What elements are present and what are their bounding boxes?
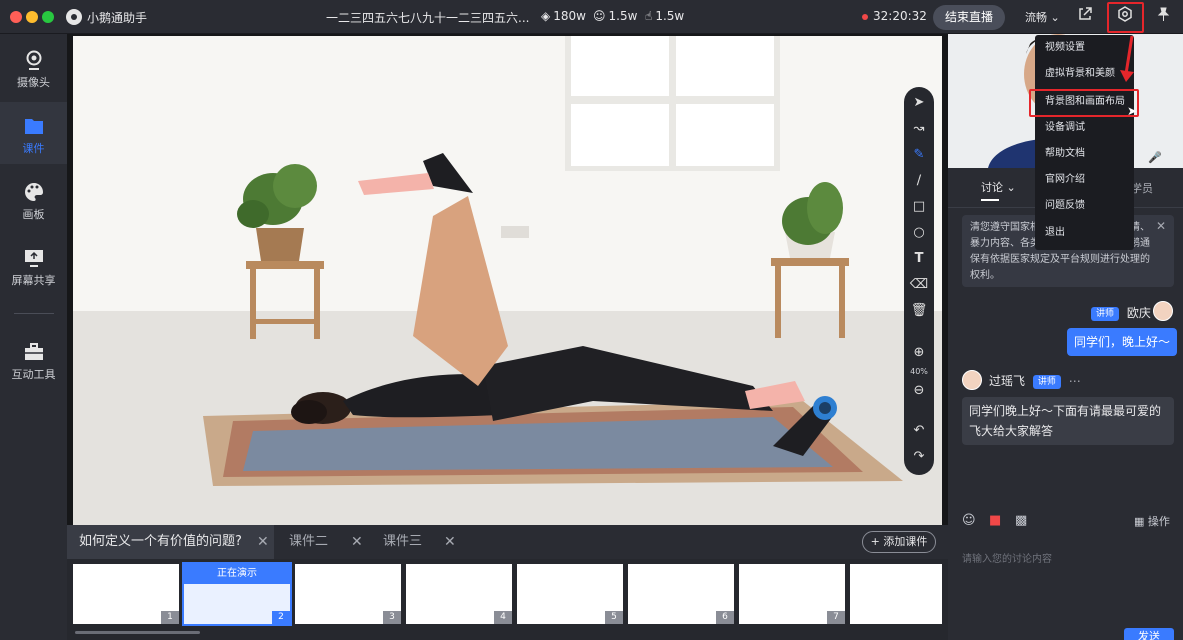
- file-icon[interactable]: ▩: [1015, 513, 1027, 528]
- users-icon: ☺: [593, 9, 606, 23]
- slide-thumbnail[interactable]: 3: [295, 564, 401, 624]
- red-packet-icon[interactable]: ■: [989, 513, 1001, 528]
- chat-input[interactable]: 请输入您的讨论内容: [962, 550, 1052, 565]
- sidebar-item-camera[interactable]: 摄像头: [0, 36, 67, 98]
- thumbs-up-icon: ☝: [645, 9, 653, 23]
- message-header: 讲师 欧庆: [1091, 304, 1151, 321]
- settings-highlight-box: [1107, 2, 1144, 33]
- laser-pointer-icon[interactable]: ↝: [909, 119, 929, 139]
- redo-icon[interactable]: ↷: [909, 447, 929, 467]
- minimize-window-button[interactable]: [26, 11, 38, 23]
- toolbox-icon: [24, 343, 43, 360]
- menu-item-device-test[interactable]: 设备调试: [1035, 115, 1134, 141]
- circle-icon[interactable]: ○: [909, 223, 929, 243]
- course-tabs: 如何定义一个有价值的问题? ✕ 课件二 ✕ 课件三 ✕: [67, 525, 948, 559]
- sidebar-item-courseware[interactable]: 课件: [0, 102, 67, 164]
- tab-course-3[interactable]: 课件三: [383, 525, 422, 559]
- text-icon[interactable]: T: [909, 249, 929, 269]
- live-indicator-icon: [862, 14, 868, 20]
- screen-share-icon: [24, 250, 43, 267]
- rectangle-icon[interactable]: □: [909, 197, 929, 217]
- live-title: 一二三四五六七八九十一二三四五六...: [326, 11, 530, 25]
- slide-thumbnail[interactable]: 6: [628, 564, 734, 624]
- slide-thumbnail[interactable]: 1: [73, 564, 179, 624]
- close-tab-icon[interactable]: ✕: [351, 534, 363, 550]
- tab-discussion[interactable]: 讨论 ⌄: [981, 179, 1016, 195]
- menu-highlight-box: [1029, 89, 1139, 117]
- slide-thumbnail[interactable]: [850, 564, 942, 624]
- trash-icon[interactable]: 🗑: [909, 301, 929, 321]
- add-course-button[interactable]: + 添加课件: [862, 531, 936, 553]
- sidebar-item-whiteboard[interactable]: 画板: [0, 168, 67, 230]
- slide-image: [73, 36, 942, 525]
- sidebar-item-screen-share[interactable]: 屏幕共享: [0, 234, 67, 296]
- tab-course-2[interactable]: 课件二: [289, 525, 328, 559]
- red-arrow-icon: [1120, 35, 1134, 82]
- mic-icon[interactable]: 🎤: [1148, 151, 1162, 164]
- app-logo-icon: [66, 9, 82, 25]
- select-pointer-icon[interactable]: ➤: [909, 93, 929, 113]
- chat-message: 同学们晚上好～下面有请最最可爱的飞大给大家解答: [962, 397, 1174, 445]
- camera-icon: [26, 50, 41, 70]
- eraser-icon[interactable]: ⌫: [909, 275, 929, 295]
- more-icon[interactable]: ⋯: [1069, 374, 1081, 388]
- maximize-window-button[interactable]: [42, 11, 54, 23]
- folder-icon: [24, 119, 43, 134]
- sender-name: 欧庆: [1126, 306, 1151, 320]
- close-notice-icon[interactable]: ✕: [1156, 219, 1166, 233]
- avatar: [1153, 301, 1173, 321]
- operations-button[interactable]: ▦ 操作: [1134, 513, 1170, 529]
- live-timer: 32:20:32: [873, 9, 927, 23]
- left-sidebar: 摄像头 课件 画板 屏幕共享 互动工具: [0, 34, 67, 640]
- close-window-button[interactable]: [10, 11, 22, 23]
- line-icon[interactable]: ∕: [909, 171, 929, 191]
- tab-course-1[interactable]: 如何定义一个有价值的问题?: [67, 525, 274, 559]
- emoji-icon[interactable]: ☺: [962, 513, 976, 528]
- quality-select[interactable]: 流畅 ⌄: [1025, 9, 1060, 25]
- zoom-in-icon[interactable]: ⊕: [909, 343, 929, 363]
- mouse-cursor-icon: ➤: [1127, 104, 1138, 118]
- zoom-level: 40%: [910, 367, 928, 376]
- close-tab-icon[interactable]: ✕: [257, 534, 269, 550]
- zoom-out-icon[interactable]: ⊖: [909, 381, 929, 401]
- sidebar-item-interactive-tools[interactable]: 互动工具: [0, 328, 67, 390]
- likes-stat: ☝ 1.5w: [645, 9, 685, 23]
- sidebar-divider: [14, 313, 54, 314]
- app-window: { "window": {"app_name": "小鹅通助手", "title…: [0, 0, 1183, 640]
- presentation-stage: [67, 34, 948, 525]
- tab-students[interactable]: 学员: [1131, 180, 1153, 196]
- end-live-button[interactable]: 结束直播: [933, 5, 1005, 30]
- pen-icon[interactable]: ✎: [909, 145, 929, 165]
- pin-icon[interactable]: [1152, 6, 1174, 28]
- slide-thumbnail[interactable]: 5: [517, 564, 623, 624]
- flame-icon: ◈: [541, 9, 551, 23]
- viewers-stat: ☺ 1.5w: [593, 9, 638, 23]
- menu-item-feedback[interactable]: 问题反馈: [1035, 193, 1134, 219]
- drawing-toolbar: ➤ ↝ ✎ ∕ □ ○ T ⌫ 🗑 ⊕ 40% ⊖ ↶ ↷: [904, 87, 934, 475]
- send-button[interactable]: 发送: [1124, 628, 1174, 640]
- message-header: 过瑶飞 讲师 ⋯: [989, 372, 1081, 389]
- slide-thumbnails: 1 正在演示 2 3 4 5 6 7: [67, 559, 948, 640]
- menu-item-help-docs[interactable]: 帮助文档: [1035, 141, 1134, 167]
- heat-stat: ◈ 180w: [541, 9, 586, 23]
- chat-message-own: 同学们，晚上好～: [1067, 328, 1178, 356]
- avatar: [962, 370, 982, 390]
- title-bar: 小鹅通助手 一二三四五六七八九十一二三四五六... ◈ 180w ☺ 1.5w ☝ 1…: [0, 0, 1183, 34]
- menu-item-exit[interactable]: 退出: [1035, 220, 1134, 246]
- thumbnail-scrollbar[interactable]: [75, 631, 200, 634]
- slide-thumbnail[interactable]: 7: [739, 564, 845, 624]
- share-icon[interactable]: [1074, 6, 1096, 28]
- slide-thumbnail[interactable]: 4: [406, 564, 512, 624]
- role-badge: 讲师: [1032, 374, 1061, 389]
- palette-icon: [24, 183, 43, 201]
- now-presenting-label: 正在演示: [184, 564, 290, 584]
- app-name: 小鹅通助手: [87, 11, 148, 25]
- close-tab-icon[interactable]: ✕: [444, 534, 456, 550]
- undo-icon[interactable]: ↶: [909, 421, 929, 441]
- role-badge: 讲师: [1091, 306, 1120, 321]
- tab-underline: [981, 199, 999, 201]
- sender-name: 过瑶飞: [989, 374, 1026, 388]
- slide-thumbnail-current[interactable]: 正在演示 2: [182, 562, 292, 626]
- menu-item-official-site[interactable]: 官网介绍: [1035, 167, 1134, 193]
